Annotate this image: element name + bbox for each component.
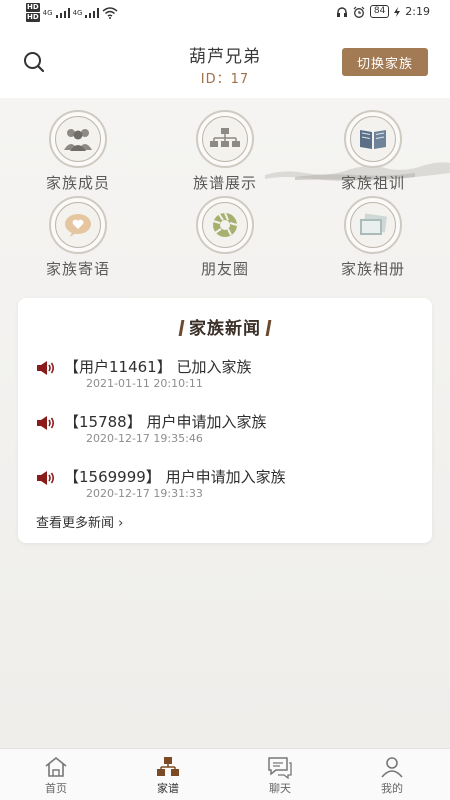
view-more-news-link[interactable]: 查看更多新闻 › <box>36 512 123 531</box>
alarm-icon <box>353 6 365 18</box>
grid-item-family-album[interactable]: 家族相册 <box>318 196 428 279</box>
grid-label: 家族相册 <box>340 260 405 278</box>
network-label-2: 4G <box>72 9 83 17</box>
speaker-icon <box>37 361 55 375</box>
genealogy-circle <box>196 110 254 168</box>
family-news-card: 家族新闻 【用户11461】 已加入家族 2021-01-11 20:10:11… <box>18 298 432 543</box>
grid-item-family-members[interactable]: 家族成员 <box>23 110 133 193</box>
signal-icon <box>85 8 100 18</box>
moments-icon <box>212 212 238 237</box>
switch-family-button[interactable]: 切换家族 <box>342 48 428 76</box>
ancestral-rules-circle <box>344 110 402 168</box>
heart-message-icon <box>65 214 91 237</box>
genealogy-tab-icon <box>157 757 179 776</box>
grid-item-ancestral-rules[interactable]: 家族祖训 <box>318 110 428 193</box>
grid-label: 家族祖训 <box>340 174 405 192</box>
signal-icon <box>55 8 70 18</box>
status-right: 84 2:19 <box>336 5 430 18</box>
family-members-circle <box>49 110 107 168</box>
title-bar-left <box>178 320 185 336</box>
status-bar: HD HD 4G 4G 84 2:19 <box>0 0 450 26</box>
status-time: 2:19 <box>405 5 430 18</box>
wifi-icon <box>102 7 118 19</box>
news-item-date: 2020-12-17 19:35:46 <box>86 432 203 445</box>
news-title: 家族新闻 <box>18 314 432 339</box>
tab-home[interactable]: 首页 <box>0 749 112 800</box>
grid-label: 家族寄语 <box>45 260 110 278</box>
news-item-text: 【15788】 用户申请加入家族 <box>64 413 267 431</box>
book-icon <box>360 130 386 149</box>
family-message-circle <box>49 196 107 254</box>
grid-item-moments[interactable]: 朋友圈 <box>170 196 280 279</box>
charging-icon <box>394 6 401 17</box>
news-item-date: 2021-01-11 20:10:11 <box>86 377 203 390</box>
news-item-text: 【1569999】 用户申请加入家族 <box>64 468 286 486</box>
headset-icon <box>336 6 347 17</box>
tab-label: 首页 <box>45 782 67 795</box>
grid-label: 族谱展示 <box>192 174 257 192</box>
news-title-text: 家族新闻 <box>189 319 261 339</box>
network-label: 4G <box>42 9 53 17</box>
tab-label: 聊天 <box>269 782 291 795</box>
moments-circle <box>196 196 254 254</box>
battery-indicator: 84 <box>369 5 390 18</box>
news-item-text: 【用户11461】 已加入家族 <box>64 358 252 376</box>
chat-icon <box>268 757 292 779</box>
family-album-circle <box>344 196 402 254</box>
title-bar-right <box>265 320 272 336</box>
bottom-tab-bar: 首页 家谱 聊天 我的 <box>0 748 450 800</box>
grid-item-genealogy[interactable]: 族谱展示 <box>170 110 280 193</box>
tab-genealogy[interactable]: 家谱 <box>112 749 224 800</box>
app-header: 葫芦兄弟 ID：17 切换家族 <box>0 26 450 98</box>
main-content: 家族成员 族谱展示 家族祖训 家族寄语 朋友圈 家族相册 家族新闻 【用户114… <box>0 98 450 748</box>
tab-profile[interactable]: 我的 <box>336 749 448 800</box>
tab-chat[interactable]: 聊天 <box>224 749 336 800</box>
grid-label: 家族成员 <box>45 174 110 192</box>
person-icon <box>381 757 403 778</box>
speaker-icon <box>37 416 55 430</box>
tab-label: 家谱 <box>157 782 179 795</box>
speaker-icon <box>37 471 55 485</box>
grid-label: 朋友圈 <box>200 260 249 278</box>
grid-item-family-message[interactable]: 家族寄语 <box>23 196 133 279</box>
home-icon <box>45 756 67 777</box>
signal-group: HD HD 4G 4G <box>26 3 118 23</box>
album-icon <box>360 213 388 235</box>
hd-icon: HD HD <box>26 3 40 22</box>
tab-label: 我的 <box>381 782 403 795</box>
news-item-date: 2020-12-17 19:31:33 <box>86 487 203 500</box>
genealogy-tree-icon <box>210 128 240 147</box>
family-members-icon <box>64 129 92 151</box>
